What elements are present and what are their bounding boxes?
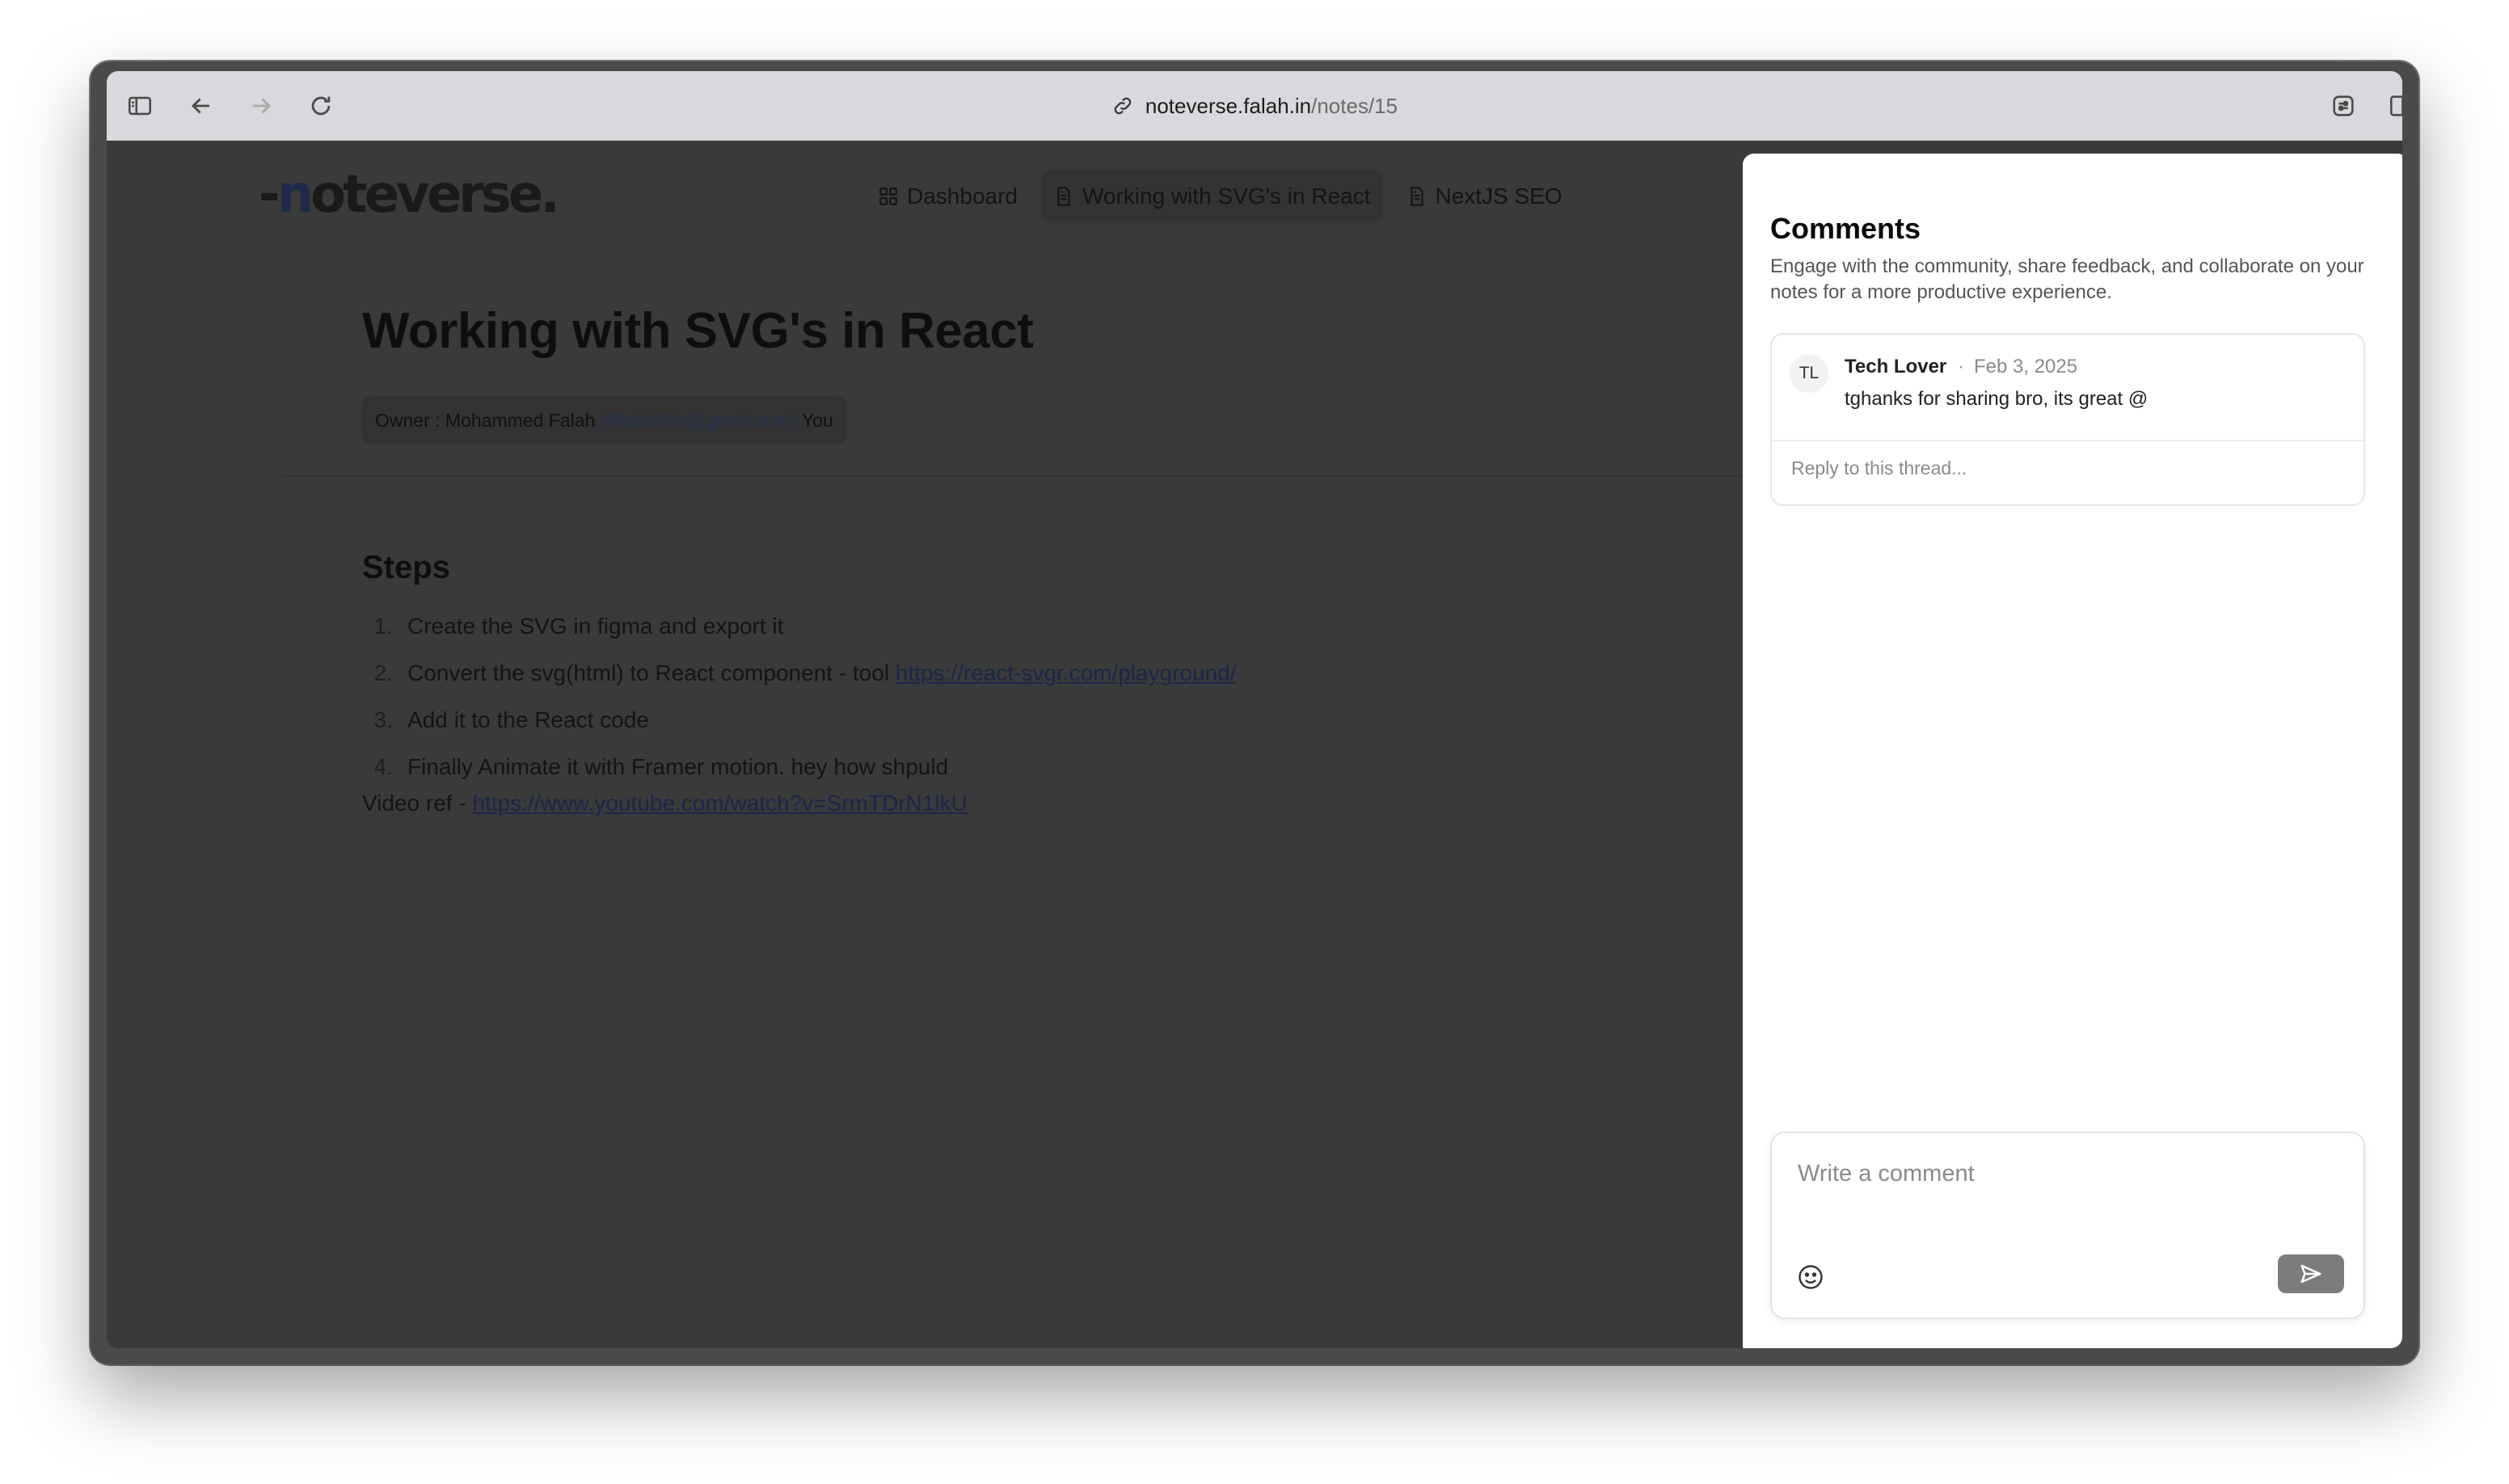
comment-input[interactable]: Write a comment bbox=[1798, 1161, 1975, 1187]
top-nav: Dashboard Working with SVG's in React Ne… bbox=[867, 170, 1574, 223]
owner-badge: Owner : Mohammed Falah (fffalahhhh@gmail… bbox=[362, 396, 846, 445]
section-heading: Steps bbox=[362, 550, 450, 585]
reply-input[interactable]: Reply to this thread... bbox=[1791, 457, 1967, 479]
owner-name: Owner : Mohammed Falah bbox=[375, 409, 596, 431]
back-arrow-icon[interactable] bbox=[183, 87, 220, 124]
split-view-icon[interactable] bbox=[2383, 87, 2402, 124]
list-item: 4. Finally Animate it with Framer motion.… bbox=[373, 754, 949, 779]
comment-author: Tech Lover bbox=[1845, 356, 1947, 377]
note-title: Working with SVG's in React bbox=[362, 303, 1034, 359]
comment-date: Feb 3, 2025 bbox=[1974, 356, 2078, 377]
browser-toolbar: noteverse.falah.in/notes/15 bbox=[107, 71, 2402, 141]
divider bbox=[1772, 440, 2364, 441]
comments-heading: Comments bbox=[1770, 212, 1921, 245]
comment-composer[interactable]: Write a comment bbox=[1770, 1132, 2365, 1319]
list-item: 3. Add it to the React code bbox=[373, 707, 649, 732]
svgr-link[interactable]: https://react-svgr.com/playground/ bbox=[896, 660, 1237, 686]
nav-item-nextjs-seo[interactable]: NextJS SEO bbox=[1395, 170, 1574, 223]
link-icon bbox=[1114, 97, 1132, 115]
avatar: TL bbox=[1790, 354, 1828, 393]
grid-icon bbox=[879, 188, 897, 205]
emoji-icon[interactable] bbox=[1796, 1263, 1825, 1292]
comment-text: tghanks for sharing bro, its great @ bbox=[1845, 388, 2148, 410]
separator-dot: · bbox=[1958, 356, 1964, 377]
address-bar: noteverse.falah.in/notes/15 bbox=[107, 71, 2402, 141]
comments-subtitle: Engage with the community, share feedbac… bbox=[1770, 255, 2364, 303]
send-icon bbox=[2300, 1264, 2321, 1284]
nav-item-svg-note[interactable]: Working with SVG's in React bbox=[1041, 170, 1382, 223]
browser-frame: noteverse.falah.in/notes/15 -noteverse. … bbox=[107, 71, 2402, 1348]
nav-label: NextJS SEO bbox=[1435, 183, 1562, 209]
owner-you-label: You bbox=[801, 409, 833, 431]
divider bbox=[281, 475, 1866, 477]
nav-item-dashboard[interactable]: Dashboard bbox=[867, 170, 1029, 223]
nav-label: Working with SVG's in React bbox=[1082, 183, 1371, 209]
reload-icon[interactable] bbox=[302, 87, 339, 124]
list-item: 1. Create the SVG in figma and export it bbox=[373, 613, 784, 639]
video-ref: Video ref - https://www.youtube.com/watc… bbox=[362, 790, 968, 816]
send-button[interactable] bbox=[2278, 1254, 2344, 1293]
document-icon bbox=[1410, 187, 1423, 206]
owner-email: (fffalahhhh@gmail.com) bbox=[600, 409, 797, 431]
forward-arrow-icon[interactable] bbox=[242, 87, 280, 124]
list-item: 2. Convert the svg(html) to React compone… bbox=[373, 660, 1237, 686]
document-icon bbox=[1057, 187, 1070, 206]
url-text[interactable]: noteverse.falah.in/notes/15 bbox=[1145, 94, 1398, 119]
comment-thread: TL Tech Lover · Feb 3, 2025 tghanks for … bbox=[1770, 333, 2365, 506]
video-label: Video ref - bbox=[362, 790, 473, 816]
youtube-link[interactable]: https://www.youtube.com/watch?v=SrmTDrN1… bbox=[472, 790, 967, 816]
nav-label: Dashboard bbox=[907, 183, 1018, 209]
browser-window: noteverse.falah.in/notes/15 -noteverse. … bbox=[91, 61, 2418, 1364]
noteverse-logo[interactable]: -noteverse. bbox=[259, 165, 560, 225]
steps-list: 1. Create the SVG in figma and export it … bbox=[362, 603, 1237, 790]
extension-icon[interactable] bbox=[2325, 87, 2362, 124]
comments-panel: Comments Engage with the community, shar… bbox=[1743, 154, 2402, 1348]
page-content: -noteverse. Dashboard Working with SVG's… bbox=[107, 141, 2402, 1348]
sidebar-toggle-icon[interactable] bbox=[121, 87, 158, 124]
